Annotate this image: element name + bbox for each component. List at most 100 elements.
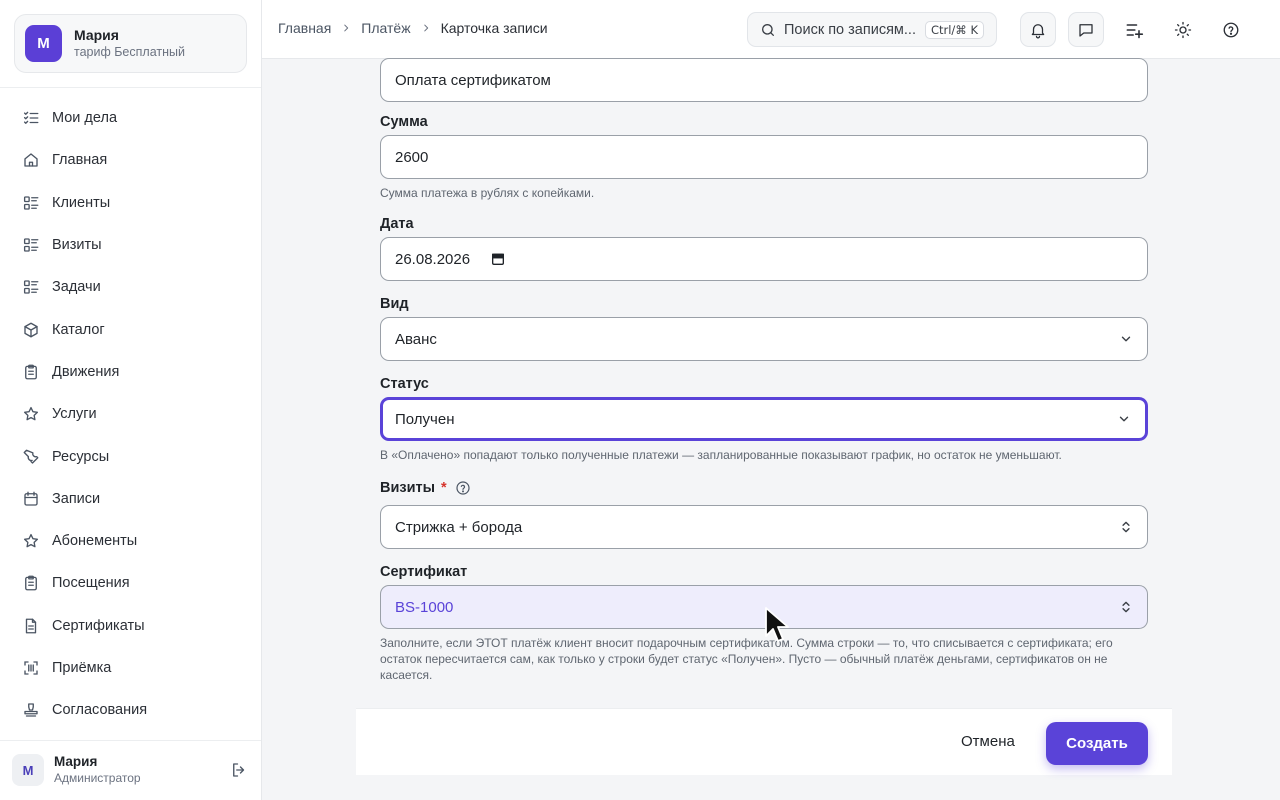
sidebar-item-label: Движения — [52, 363, 120, 380]
current-user: М Мария Администратор — [12, 752, 250, 788]
search-icon — [760, 22, 776, 38]
search-box[interactable]: Ctrl/⌘ K — [747, 12, 997, 47]
bell-icon — [1031, 23, 1045, 38]
sidebar-item-label: Посещения — [52, 575, 130, 592]
date-field-value: 26.08.2026 — [395, 250, 471, 268]
create-button[interactable]: Создать — [1046, 722, 1148, 765]
logout-icon — [233, 763, 245, 777]
sidebar-item-home[interactable]: Главная — [0, 139, 261, 181]
visits-label: Визиты * — [380, 480, 471, 496]
stamp-icon — [22, 701, 40, 719]
sidebar-item-subscriptions[interactable]: Абонементы — [0, 520, 261, 562]
sidebar-item-attendance[interactable]: Посещения — [0, 562, 261, 604]
chevron-up-down-icon — [1119, 600, 1133, 614]
search-shortcut-badge: Ctrl/⌘ K — [924, 20, 984, 39]
divider — [0, 740, 261, 741]
sidebar-item-label: Записи — [52, 490, 101, 507]
avatar: М — [12, 754, 44, 786]
breadcrumb-current: Карточка записи — [440, 20, 548, 36]
clipboard-icon — [22, 363, 40, 381]
org-avatar: М — [25, 25, 62, 62]
sidebar-item-label: Приёмка — [52, 660, 112, 676]
sidebar-item-label: Главная — [52, 152, 108, 169]
sidebar-item-certificates[interactable]: Сертификаты — [0, 605, 261, 647]
sidebar-item-services[interactable]: Услуги — [0, 393, 261, 435]
sidebar-item-label: Мои дела — [52, 110, 118, 127]
cancel-button[interactable]: Отмена — [961, 733, 1015, 750]
box-icon — [22, 321, 40, 339]
sidebar-item-my-tasks[interactable]: Мои дела — [0, 97, 261, 139]
add-to-list-button[interactable] — [1116, 12, 1152, 47]
messages-button[interactable] — [1068, 12, 1104, 47]
list-detail-icon — [22, 236, 40, 254]
visits-label-text: Визиты — [380, 480, 435, 496]
name-field[interactable]: Оплата сертификатом — [380, 58, 1148, 102]
visits-combobox[interactable]: Стрижка + борода — [380, 505, 1148, 549]
help-circle-icon[interactable] — [455, 480, 471, 496]
amount-field[interactable]: 2600 — [380, 135, 1148, 179]
sidebar-item-label: Ресурсы — [52, 448, 110, 465]
org-name: Мария — [74, 27, 119, 43]
sun-icon — [1174, 21, 1192, 38]
help-button[interactable] — [1213, 12, 1249, 47]
status-label: Статус — [380, 376, 429, 392]
document-icon — [22, 617, 40, 635]
sidebar-item-tasks[interactable]: Задачи — [0, 266, 261, 308]
star-icon — [22, 405, 40, 423]
user-name: Мария — [54, 754, 98, 769]
sidebar-item-label: Согласования — [52, 702, 148, 719]
amount-label: Сумма — [380, 114, 428, 130]
sidebar-item-approvals[interactable]: Согласования — [0, 689, 261, 731]
sidebar-item-label: Абонементы — [52, 533, 138, 550]
home-icon — [22, 151, 40, 169]
sidebar-item-label: Клиенты — [52, 194, 111, 211]
list-detail-icon — [22, 194, 40, 212]
date-field[interactable]: 26.08.2026 — [380, 237, 1148, 281]
help-circle-icon — [1223, 22, 1239, 37]
chevron-up-down-icon — [1119, 520, 1133, 534]
theme-toggle-button[interactable] — [1165, 12, 1201, 47]
sidebar-item-visits[interactable]: Визиты — [0, 224, 261, 266]
breadcrumb-home[interactable]: Главная — [278, 20, 331, 36]
chevron-right-icon — [341, 23, 351, 33]
breadcrumb: Главная Платёж Карточка записи — [278, 20, 548, 36]
sidebar-item-catalog[interactable]: Каталог — [0, 308, 261, 350]
sidebar-item-clients[interactable]: Клиенты — [0, 182, 261, 224]
org-plan: тариф Бесплатный — [74, 45, 185, 59]
chevron-down-icon — [1119, 332, 1133, 346]
sidebar-item-appointments[interactable]: Записи — [0, 478, 261, 520]
sidebar-item-label: Услуги — [52, 406, 97, 423]
mouse-cursor-icon — [765, 607, 789, 642]
chevron-down-icon — [1117, 412, 1131, 426]
kind-select[interactable]: Аванс — [380, 317, 1148, 361]
list-detail-icon — [22, 278, 40, 296]
status-select-value: Получен — [395, 410, 455, 428]
list-plus-icon — [1126, 23, 1144, 38]
date-label: Дата — [380, 216, 414, 232]
org-switcher[interactable]: М Мария тариф Бесплатный — [14, 14, 247, 73]
status-help: В «Оплачено» попадают только полученные … — [380, 448, 1062, 462]
amount-field-value: 2600 — [395, 148, 429, 166]
list-check-icon — [22, 109, 40, 127]
sidebar-item-label: Задачи — [52, 279, 101, 296]
sidebar-item-movements[interactable]: Движения — [0, 351, 261, 393]
clipboard-icon — [22, 574, 40, 592]
sidebar-item-receiving[interactable]: Приёмка — [0, 647, 261, 689]
sidebar: М Мария тариф Бесплатный Мои дела Главна… — [0, 0, 262, 800]
star-icon — [22, 532, 40, 550]
logout-button[interactable] — [228, 759, 250, 781]
notifications-button[interactable] — [1020, 12, 1056, 47]
form-actions-bar: Отмена Создать — [356, 708, 1172, 775]
sidebar-item-resources[interactable]: Ресурсы — [0, 435, 261, 477]
calendar-icon[interactable] — [490, 251, 506, 267]
search-input[interactable] — [784, 21, 924, 38]
chevron-right-icon — [421, 23, 431, 33]
top-bar: Главная Платёж Карточка записи Ctrl/⌘ K — [262, 0, 1280, 59]
required-mark: * — [441, 480, 447, 496]
calendar-icon — [22, 490, 40, 508]
status-select[interactable]: Получен — [380, 397, 1148, 441]
sidebar-nav: Мои дела Главная Клиенты Визиты Задачи К… — [0, 97, 261, 731]
breadcrumb-payment[interactable]: Платёж — [361, 20, 410, 36]
name-field-value: Оплата сертификатом — [395, 71, 551, 89]
chat-icon — [1079, 23, 1093, 37]
